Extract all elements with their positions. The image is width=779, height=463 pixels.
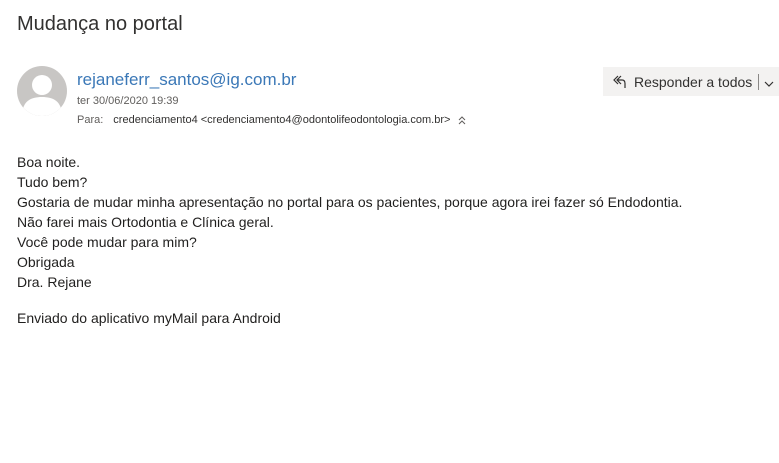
email-subject: Mudança no portal — [17, 13, 183, 35]
body-line: Você pode mudar para mim? — [17, 234, 197, 250]
sender-avatar[interactable] — [17, 66, 67, 116]
email-signature: Enviado do aplicativo myMail para Androi… — [17, 310, 281, 326]
recipient[interactable]: credenciamento4 <credenciamento4@odontol… — [113, 114, 450, 126]
collapse-recipients-icon[interactable] — [458, 115, 466, 125]
recipients-line: Para: credenciamento4 <credenciamento4@o… — [77, 114, 466, 126]
body-line: Não farei mais Ortodontia e Clínica gera… — [17, 214, 274, 230]
body-line: Obrigada — [17, 254, 75, 270]
chevron-down-icon — [764, 74, 774, 90]
reply-all-label: Responder a todos — [634, 73, 753, 90]
body-line: Tudo bem? — [17, 174, 88, 190]
sent-date: ter 30/06/2020 19:39 — [77, 95, 179, 107]
message-body: Boa noite. Tudo bem? Gostaria de mudar m… — [17, 152, 682, 292]
email-reading-pane: Mudança no portal rejaneferr_santos@ig.c… — [0, 0, 779, 463]
more-reply-options-button[interactable] — [759, 67, 779, 96]
body-line: Dra. Rejane — [17, 274, 92, 290]
reply-all-icon — [611, 74, 627, 90]
sender-address[interactable]: rejaneferr_santos@ig.com.br — [77, 70, 296, 90]
reply-actions: Responder a todos — [603, 67, 779, 96]
to-label: Para: — [77, 114, 104, 126]
body-line: Boa noite. — [17, 154, 81, 170]
body-line: Gostaria de mudar minha apresentação no … — [17, 194, 683, 210]
reply-all-button[interactable]: Responder a todos — [603, 67, 758, 96]
person-icon — [22, 75, 62, 116]
